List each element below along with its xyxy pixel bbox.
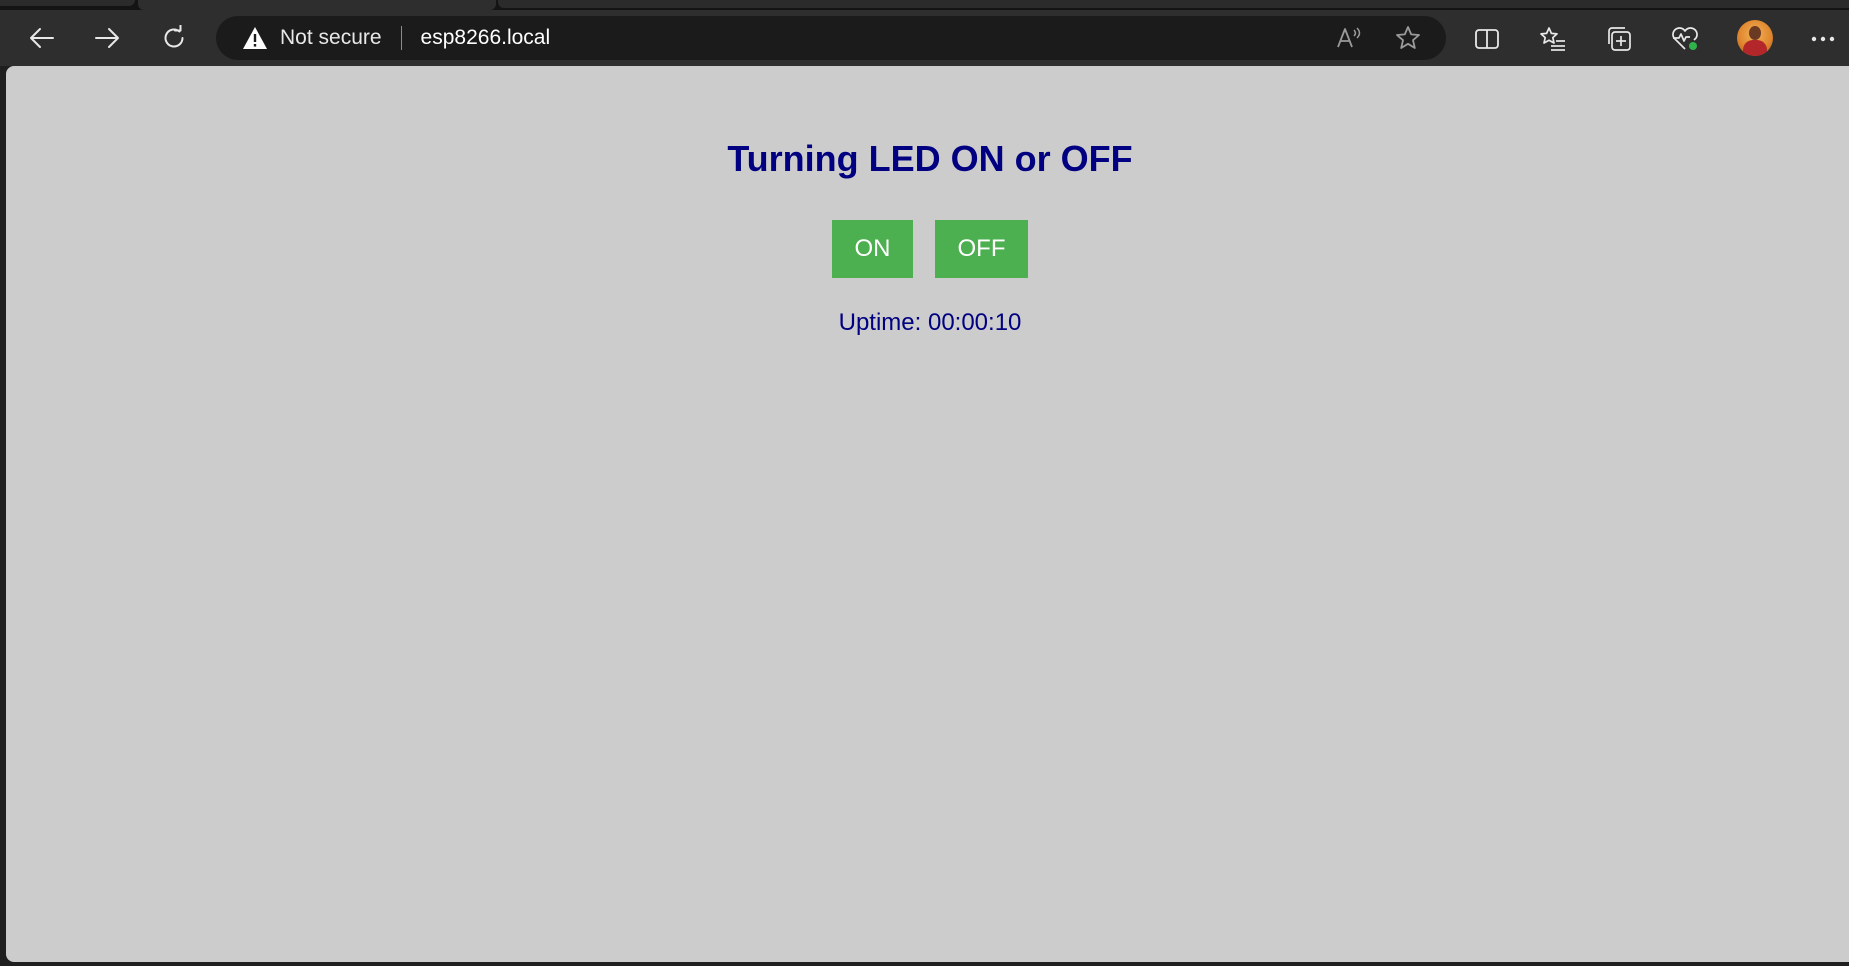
led-on-button[interactable]: ON <box>832 220 913 278</box>
back-button[interactable] <box>22 18 62 58</box>
site-security-indicator[interactable]: Not secure <box>242 16 382 60</box>
add-favorite-button[interactable] <box>1392 22 1424 54</box>
browser-toolbar: Not secure esp8266.local <box>0 10 1849 66</box>
read-aloud-icon <box>1337 27 1361 48</box>
favorites-list-icon <box>1540 27 1565 51</box>
address-bar[interactable]: Not secure esp8266.local <box>216 16 1446 60</box>
avatar-head <box>1749 26 1761 40</box>
collections-button[interactable] <box>1603 24 1635 54</box>
heartbeat-icon <box>1672 27 1698 50</box>
more-dots-icon <box>1811 36 1835 42</box>
browser-window: Not secure esp8266.local Turning LED ON … <box>0 0 1849 966</box>
page-viewport: Turning LED ON or OFF ON OFF Uptime: 00:… <box>6 66 1849 962</box>
avatar-body <box>1743 40 1767 56</box>
split-screen-icon <box>1475 29 1499 49</box>
tab-active[interactable] <box>138 0 496 10</box>
favorites-button[interactable] <box>1537 24 1569 54</box>
page-title: Turning LED ON or OFF <box>727 138 1133 179</box>
collections-icon <box>1608 27 1631 51</box>
split-screen-button[interactable] <box>1471 24 1503 54</box>
performance-button[interactable] <box>1669 24 1701 54</box>
tab-inactive[interactable] <box>0 0 135 6</box>
profile-avatar[interactable] <box>1737 20 1773 56</box>
tab-inactive[interactable] <box>498 0 1849 8</box>
led-off-button[interactable]: OFF <box>935 220 1028 278</box>
star-icon <box>1396 26 1420 49</box>
uptime-text: Uptime: 00:00:10 <box>838 309 1022 336</box>
refresh-button[interactable] <box>154 18 194 58</box>
settings-menu-button[interactable] <box>1807 24 1839 54</box>
back-arrow-icon <box>30 28 54 48</box>
address-divider <box>400 26 402 50</box>
security-label: Not secure <box>280 26 382 49</box>
forward-arrow-icon <box>95 28 119 48</box>
url-text[interactable]: esp8266.local <box>421 26 551 50</box>
read-aloud-button[interactable] <box>1333 22 1365 54</box>
warning-icon <box>243 27 267 49</box>
forward-button[interactable] <box>87 18 127 58</box>
refresh-icon <box>164 25 184 48</box>
tab-strip <box>0 0 1849 10</box>
